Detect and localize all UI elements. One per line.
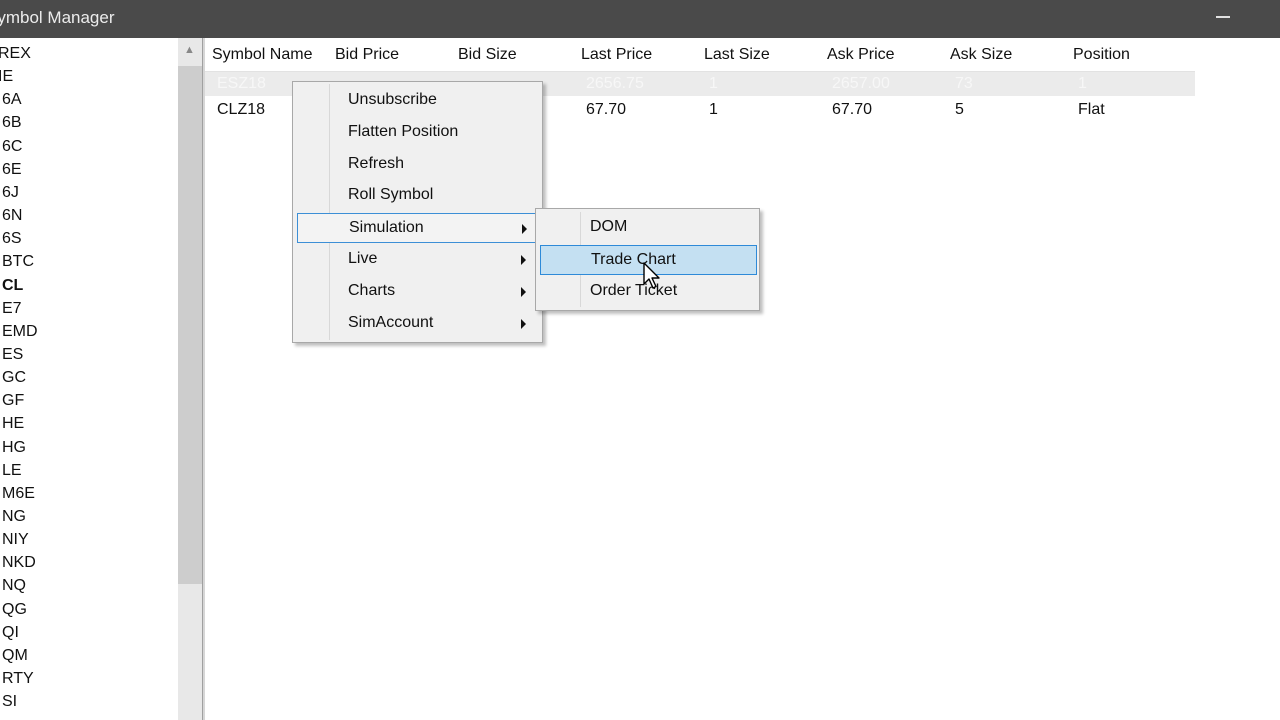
tree-item[interactable]: HG bbox=[2, 436, 26, 459]
menu-item-label: SimAccount bbox=[348, 313, 434, 331]
submenu-item-dom[interactable]: DOM bbox=[540, 213, 757, 243]
tree-item[interactable]: ES bbox=[2, 343, 23, 366]
column-header[interactable]: Ask Size bbox=[950, 46, 1012, 64]
menu-item-simulation[interactable]: Simulation bbox=[297, 213, 538, 244]
title-bar: Symbol Manager bbox=[0, 0, 1280, 38]
column-header[interactable]: Last Size bbox=[704, 46, 770, 64]
menu-item-label: Simulation bbox=[349, 219, 424, 237]
submenu-arrow-icon bbox=[521, 286, 526, 297]
tree-item[interactable]: GF bbox=[2, 389, 24, 412]
table-cell: 73 bbox=[955, 75, 973, 92]
tree-item[interactable]: HE bbox=[2, 412, 24, 435]
symbol-tree: REX IE 6A 6B 6C 6E 6J 6N 6S BTC CL E7 EMD ES GC GF HE HG L… bbox=[0, 38, 178, 720]
table-cell: 67.70 bbox=[832, 101, 873, 118]
tree-item[interactable]: EMD bbox=[2, 320, 38, 343]
menu-item-live[interactable]: Live bbox=[297, 245, 538, 275]
mouse-cursor-icon bbox=[643, 262, 660, 289]
table-cell: CLZ18 bbox=[217, 101, 266, 118]
tree-item[interactable]: 6E bbox=[2, 158, 22, 181]
submenu-arrow-icon bbox=[521, 255, 526, 265]
tree-item[interactable]: CL bbox=[2, 274, 23, 297]
column-header[interactable]: Last Price bbox=[581, 46, 652, 64]
tree-item[interactable]: NIY bbox=[2, 528, 29, 551]
submenu-item-label: DOM bbox=[590, 218, 628, 235]
table-cell: 2656.75 bbox=[586, 75, 644, 92]
menu-item-roll-symbol[interactable]: Roll Symbol bbox=[297, 181, 538, 211]
simulation-submenu: DOM Trade Chart Order Ticket bbox=[535, 208, 760, 311]
tree-item[interactable]: RTY bbox=[2, 667, 34, 690]
tree-item[interactable]: 6B bbox=[2, 111, 22, 134]
tree-item[interactable]: 6C bbox=[2, 135, 22, 158]
tree-item[interactable]: NG bbox=[2, 505, 26, 528]
submenu-arrow-icon bbox=[522, 224, 527, 235]
tree-item[interactable]: NKD bbox=[2, 551, 36, 574]
table-cell: 1 bbox=[1078, 75, 1087, 92]
tree-item[interactable]: E7 bbox=[2, 297, 22, 320]
tree-item[interactable]: QG bbox=[2, 598, 27, 621]
menu-item-flatten-position[interactable]: Flatten Position bbox=[297, 118, 538, 148]
table-cell: Flat bbox=[1078, 101, 1105, 118]
tree-scrollbar[interactable]: ▲ bbox=[178, 38, 202, 720]
window-title: Symbol Manager bbox=[0, 8, 115, 27]
menu-item-label: Roll Symbol bbox=[348, 186, 434, 204]
menu-item-label: Charts bbox=[348, 281, 396, 299]
tree-item[interactable]: M6E bbox=[2, 482, 35, 505]
menu-item-label: Refresh bbox=[348, 154, 405, 172]
menu-item-label: Unsubscribe bbox=[348, 91, 437, 108]
submenu-arrow-icon bbox=[521, 318, 526, 329]
tree-item[interactable]: IE bbox=[0, 65, 13, 88]
grid-header: Symbol Name Bid Price Bid Size Last Price La… bbox=[205, 38, 1195, 72]
tree-item[interactable]: 6A bbox=[2, 88, 22, 111]
tree-item[interactable]: LE bbox=[2, 459, 22, 482]
table-cell: 5 bbox=[955, 101, 964, 118]
tree-item[interactable]: BTC bbox=[2, 250, 34, 273]
table-cell: 1 bbox=[709, 75, 718, 92]
menu-item-refresh[interactable]: Refresh bbox=[297, 150, 538, 180]
table-cell: 2657.00 bbox=[832, 75, 890, 92]
menu-item-label: Live bbox=[348, 250, 378, 267]
tree-item[interactable]: 6N bbox=[2, 204, 22, 227]
context-menu: Unsubscribe Flatten Position Refresh Roll S… bbox=[292, 81, 543, 343]
column-header[interactable]: Ask Price bbox=[827, 46, 895, 64]
tree-item[interactable]: 6J bbox=[2, 181, 19, 204]
tree-item[interactable]: 6S bbox=[2, 227, 22, 250]
menu-item-charts[interactable]: Charts bbox=[297, 277, 538, 307]
column-header[interactable]: Symbol Name bbox=[212, 46, 312, 64]
table-cell: ESZ18 bbox=[217, 75, 266, 92]
tree-item[interactable]: REX bbox=[0, 42, 31, 65]
tree-item[interactable]: GC bbox=[2, 366, 26, 389]
menu-item-label: Flatten Position bbox=[348, 122, 459, 140]
column-header[interactable]: Bid Size bbox=[458, 46, 517, 64]
tree-item[interactable]: QI bbox=[2, 621, 19, 644]
submenu-item-label: Order Ticket bbox=[590, 282, 678, 299]
tree-item[interactable]: NQ bbox=[2, 574, 26, 597]
menu-item-unsubscribe[interactable]: Unsubscribe bbox=[297, 86, 538, 116]
table-cell: 67.70 bbox=[586, 101, 627, 118]
column-header[interactable]: Position bbox=[1073, 46, 1130, 64]
scroll-up-icon[interactable]: ▲ bbox=[184, 44, 195, 56]
column-header[interactable]: Bid Price bbox=[335, 46, 399, 64]
submenu-item-label: Trade Chart bbox=[591, 251, 676, 268]
minimize-button[interactable] bbox=[1208, 0, 1238, 38]
tree-item[interactable]: QM bbox=[2, 644, 28, 667]
table-cell: 1 bbox=[709, 101, 718, 118]
tree-item[interactable]: SI bbox=[2, 690, 17, 713]
scroll-thumb[interactable] bbox=[178, 66, 202, 584]
menu-item-simaccount[interactable]: SimAccount bbox=[297, 309, 538, 339]
